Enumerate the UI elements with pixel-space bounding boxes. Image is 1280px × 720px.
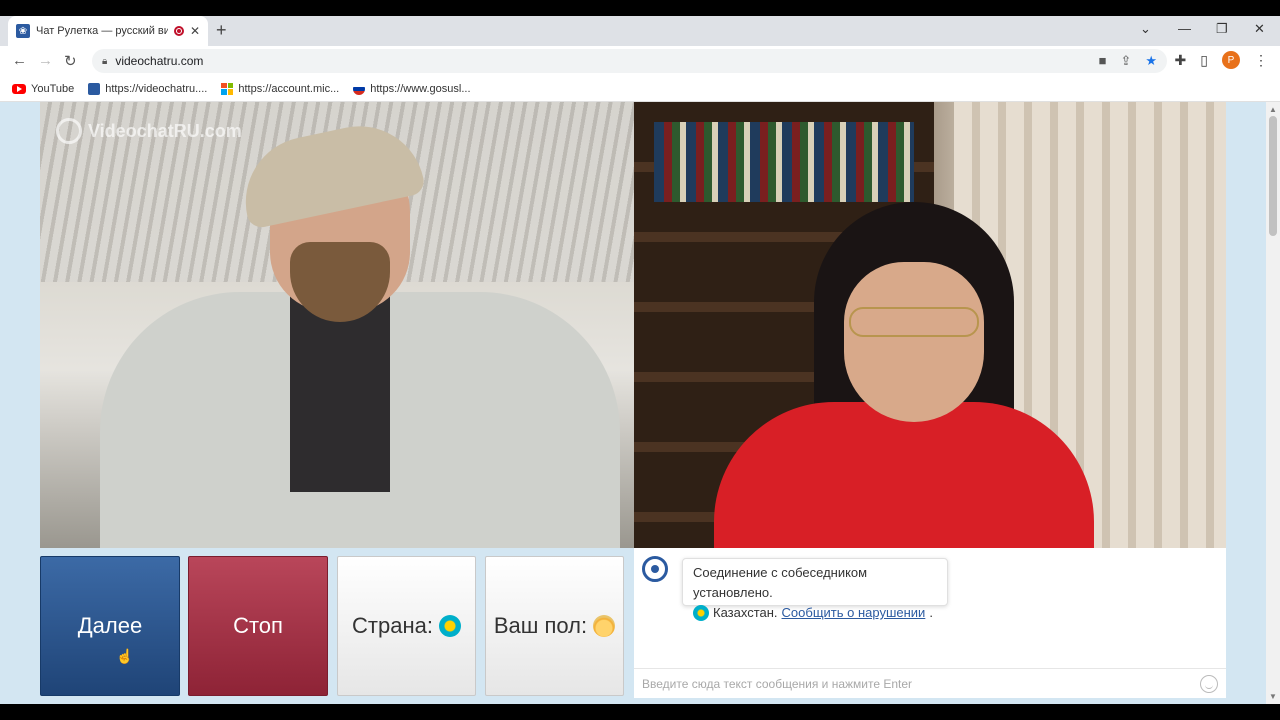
minimize-button[interactable]: —: [1178, 21, 1191, 36]
tab-strip: ❀ Чат Рулетка — русский видео ✕ + ⌄ — ❐ …: [0, 16, 1280, 46]
page-scrollbar[interactable]: ▲ ▼: [1266, 102, 1280, 704]
scroll-up-icon[interactable]: ▲: [1269, 105, 1277, 114]
system-message: Соединение с собеседником установлено. К…: [682, 558, 948, 621]
chat-input-bar: [634, 668, 1226, 698]
woman-emoji-icon: [593, 615, 616, 637]
stop-button[interactable]: Стоп: [188, 556, 328, 696]
recording-icon: [173, 26, 184, 36]
forward-icon[interactable]: →: [38, 52, 53, 69]
back-icon[interactable]: ←: [12, 52, 27, 69]
bookmark-label: https://account.mic...: [238, 82, 340, 95]
url-text: videochatru.com: [115, 54, 204, 68]
gosuslugi-icon: [353, 82, 366, 95]
message-period: .: [929, 605, 933, 620]
chat-panel: Соединение с собеседником установлено. К…: [634, 548, 1226, 698]
bookmark-label: https://videochatru....: [105, 82, 208, 95]
chat-bot-logo-icon: [642, 556, 668, 582]
microsoft-icon: [221, 82, 234, 95]
emoji-picker-icon[interactable]: [1200, 674, 1218, 693]
tab-active[interactable]: ❀ Чат Рулетка — русский видео ✕: [8, 16, 208, 46]
person-shirt: [290, 292, 390, 492]
country-button[interactable]: Страна:: [337, 556, 476, 696]
window-close-button[interactable]: ✕: [1254, 21, 1265, 37]
profile-avatar[interactable]: P: [1222, 51, 1240, 69]
bookmarks-bar: YouTube https://videochatru.... https://…: [0, 76, 1280, 102]
person-face: [844, 262, 984, 422]
browser-toolbar: ← → ↻ 🔒︎ videochatru.com ■ ⇪ ★ ✚ ▯ P ⋮: [0, 46, 1280, 76]
stop-button-label: Стоп: [233, 613, 283, 638]
tab-close-icon[interactable]: ✕: [190, 24, 200, 38]
screen-bottom-border: [0, 704, 1280, 720]
bookmark-star-icon[interactable]: ★: [1145, 53, 1157, 69]
extensions-icon[interactable]: ✚: [1175, 52, 1187, 69]
connection-status-text: Соединение с собеседником установлено.: [693, 565, 868, 600]
videochat-icon: [88, 82, 101, 95]
browser-chrome: ❀ Чат Рулетка — русский видео ✕ + ⌄ — ❐ …: [0, 16, 1280, 102]
person-glasses: [849, 307, 979, 337]
next-button-label: Далее: [77, 613, 143, 638]
restore-button[interactable]: ❐: [1216, 21, 1228, 37]
tab-search-icon[interactable]: ⌄: [1140, 21, 1151, 37]
menu-icon[interactable]: ⋮: [1254, 52, 1268, 69]
side-panel-icon[interactable]: ▯: [1200, 52, 1208, 69]
youtube-icon: [12, 83, 26, 94]
reload-icon[interactable]: ↻: [64, 52, 77, 70]
watermark-text: VideochatRU.com: [88, 120, 242, 141]
kazakhstan-flag-icon: [693, 605, 709, 621]
chat-message-input[interactable]: [642, 676, 1200, 691]
camera-icon[interactable]: ■: [1099, 53, 1107, 69]
scroll-thumb[interactable]: [1269, 116, 1277, 236]
partner-country: Казахстан.: [713, 605, 778, 620]
mouse-cursor-icon: ☝: [116, 648, 134, 664]
omnibox-actions: ■ ⇪ ★: [1099, 53, 1157, 69]
bookmark-gosuslugi[interactable]: https://www.gosusl...: [353, 82, 471, 95]
report-abuse-link[interactable]: Сообщить о нарушении: [782, 603, 926, 623]
bookmark-microsoft[interactable]: https://account.mic...: [221, 82, 340, 95]
partner-info-line: Казахстан. Сообщить о нарушении.: [693, 603, 937, 623]
bookmark-label: YouTube: [31, 82, 75, 95]
site-favicon-icon: ❀: [16, 24, 30, 38]
remote-video: [634, 102, 1226, 548]
books: [654, 122, 914, 202]
bookmark-youtube[interactable]: YouTube: [12, 83, 74, 95]
bookmark-videochatru[interactable]: https://videochatru....: [88, 82, 208, 95]
country-button-label: Страна:: [352, 613, 433, 638]
bookmark-label: https://www.gosusl...: [370, 82, 471, 95]
local-video: VideochatRU.com: [40, 102, 634, 548]
screen-top-border: [0, 0, 1280, 16]
new-tab-button[interactable]: +: [216, 20, 227, 41]
tab-title: Чат Рулетка — русский видео: [36, 25, 168, 37]
toolbar-right: ✚ ▯ P ⋮: [1175, 51, 1268, 69]
address-bar[interactable]: 🔒︎ videochatru.com ■ ⇪ ★: [92, 49, 1167, 73]
site-watermark: VideochatRU.com: [56, 118, 242, 144]
person-figure: [714, 402, 1094, 548]
share-icon[interactable]: ⇪: [1120, 53, 1131, 69]
gender-button-label: Ваш пол:: [493, 613, 588, 638]
kazakhstan-flag-icon: [438, 615, 461, 637]
control-buttons: Далее Стоп Страна: Ваш пол:: [40, 556, 630, 696]
watermark-logo-icon: [56, 118, 82, 144]
scroll-down-icon[interactable]: ▼: [1269, 692, 1277, 701]
lock-icon: 🔒︎: [102, 55, 108, 67]
gender-button[interactable]: Ваш пол:: [485, 556, 624, 696]
next-button[interactable]: Далее: [40, 556, 180, 696]
page-content: VideochatRU.com Далее Стоп Страна: Ваш п…: [0, 102, 1266, 704]
